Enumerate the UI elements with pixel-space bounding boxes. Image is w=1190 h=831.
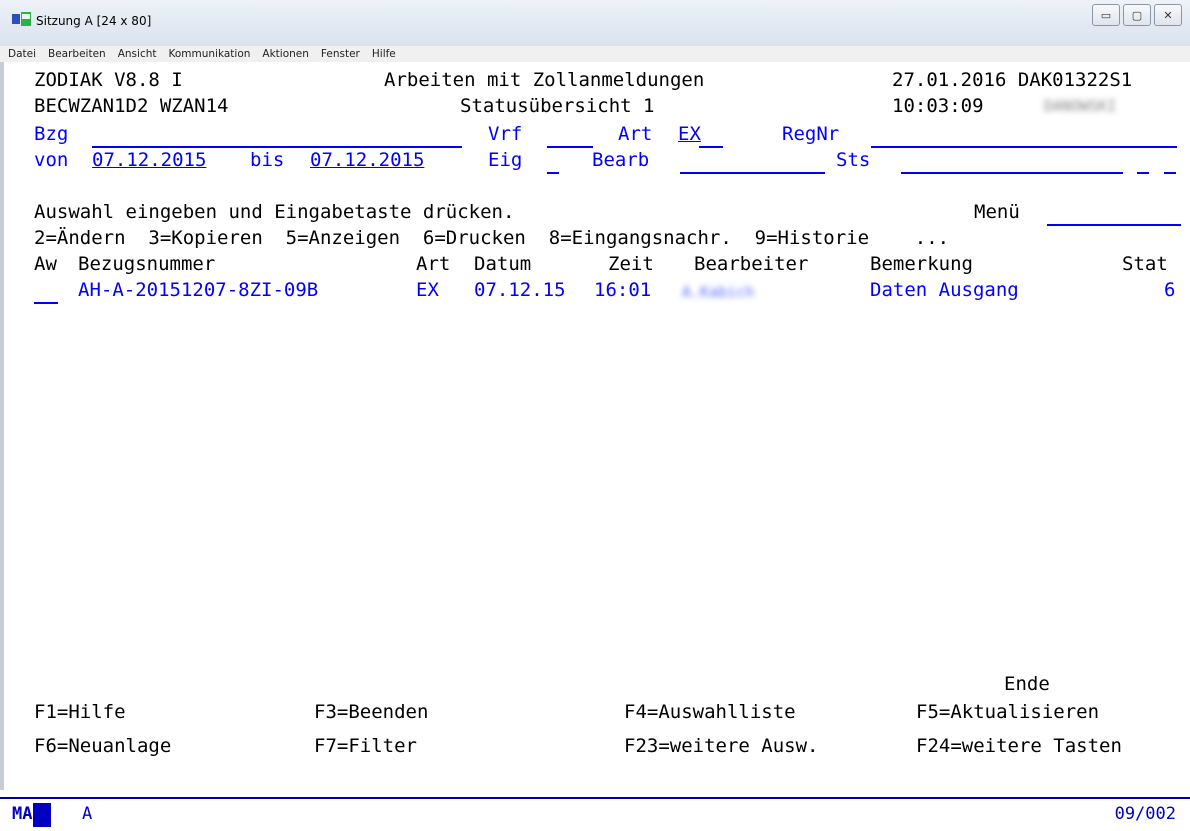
status-mode: MA bbox=[12, 804, 33, 824]
option-list: 2=Ändern 3=Kopieren 5=Anzeigen 6=Drucken… bbox=[34, 227, 950, 249]
sts-input-2[interactable] bbox=[1137, 154, 1149, 174]
menubar: Datei Bearbeiten Ansicht Kommunikation A… bbox=[0, 46, 1190, 63]
window-controls: ▭ ▢ ✕ bbox=[1089, 4, 1182, 26]
row-bearbeiter: A.Kabich bbox=[682, 283, 755, 301]
col-bezugsnummer: Bezugsnummer bbox=[78, 253, 216, 275]
col-datum: Datum bbox=[474, 253, 532, 275]
window-title: Sitzung A [24 x 80] bbox=[36, 14, 152, 28]
status-bar: MA A 09/002 bbox=[0, 797, 1190, 831]
row-bemerkung: Daten Ausgang bbox=[870, 279, 1019, 301]
minimize-icon[interactable]: ▭ bbox=[1092, 4, 1120, 26]
col-art: Art bbox=[416, 253, 451, 275]
f5-key[interactable]: F5=Aktualisieren bbox=[916, 700, 1099, 724]
menu-input[interactable] bbox=[1047, 206, 1181, 226]
maximize-icon[interactable]: ▢ bbox=[1123, 4, 1151, 26]
vrf-input[interactable] bbox=[547, 128, 593, 148]
f24-key[interactable]: F24=weitere Tasten bbox=[916, 734, 1122, 758]
time: 10:03:09 bbox=[892, 95, 984, 117]
f1-key[interactable]: F1=Hilfe bbox=[34, 700, 126, 724]
f6-key[interactable]: F6=Neuanlage bbox=[34, 734, 171, 758]
date-program-id: 27.01.2016 DAK01322S1 bbox=[892, 69, 1133, 91]
regnr-input[interactable] bbox=[871, 128, 1177, 148]
cursor-block bbox=[33, 803, 51, 827]
menu-label: Menü bbox=[974, 201, 1020, 223]
col-bemerkung: Bemerkung bbox=[870, 253, 973, 275]
menu-bearbeiten[interactable]: Bearbeiten bbox=[48, 48, 106, 60]
von-label: von bbox=[34, 149, 69, 171]
bis-label: bis bbox=[250, 149, 285, 171]
program-version: ZODIAK V8.8 I bbox=[34, 69, 183, 91]
art-label: Art bbox=[618, 123, 653, 145]
sts-label: Sts bbox=[836, 149, 871, 171]
sts-input[interactable] bbox=[901, 154, 1123, 174]
f4-key[interactable]: F4=Auswahlliste bbox=[624, 700, 796, 724]
col-zeit: Zeit bbox=[608, 253, 654, 275]
row-zeit: 16:01 bbox=[594, 279, 652, 301]
col-bearbeiter: Bearbeiter bbox=[694, 253, 809, 275]
menu-ansicht[interactable]: Ansicht bbox=[118, 48, 157, 60]
row-bezugsnummer: AH-A-20151207-8ZI-09B bbox=[78, 279, 319, 301]
instruction-prompt: Auswahl eingeben und Eingabetaste drücke… bbox=[34, 201, 515, 223]
f3-key[interactable]: F3=Beenden bbox=[314, 700, 428, 724]
screen-subtitle: Statusübersicht 1 bbox=[460, 95, 655, 117]
art-input[interactable]: EX bbox=[678, 122, 701, 146]
menu-datei[interactable]: Datei bbox=[8, 48, 36, 60]
row-selection-input[interactable] bbox=[34, 284, 58, 304]
f23-key[interactable]: F23=weitere Ausw. bbox=[624, 734, 818, 758]
menu-kommunikation[interactable]: Kommunikation bbox=[169, 48, 251, 60]
user-id: DANOWSKI bbox=[1044, 97, 1117, 115]
row-stat: 6 bbox=[1164, 279, 1176, 301]
von-date-input[interactable]: 07.12.2015 bbox=[92, 148, 206, 172]
cursor-position: 09/002 bbox=[1114, 804, 1176, 824]
close-icon[interactable]: ✕ bbox=[1154, 4, 1182, 26]
eig-input[interactable] bbox=[547, 154, 559, 174]
header-line-1: ZODIAK V8.8 I bbox=[34, 68, 183, 92]
col-aw: Aw bbox=[34, 253, 57, 275]
eig-label: Eig bbox=[488, 149, 523, 171]
f7-key[interactable]: F7=Filter bbox=[314, 734, 417, 758]
sts-input-3[interactable] bbox=[1164, 154, 1176, 174]
bzg-label: Bzg bbox=[34, 123, 69, 145]
terminal-app-icon bbox=[12, 12, 31, 26]
program-name: BECWZAN1D2 WZAN14 bbox=[34, 95, 229, 117]
art-input-fill bbox=[699, 128, 723, 148]
menu-fenster[interactable]: Fenster bbox=[321, 48, 360, 60]
menu-hilfe[interactable]: Hilfe bbox=[372, 48, 396, 60]
menu-aktionen[interactable]: Aktionen bbox=[262, 48, 309, 60]
bearb-label: Bearb bbox=[592, 149, 650, 171]
bearb-input[interactable] bbox=[680, 154, 825, 174]
window-titlebar: Sitzung A [24 x 80] ▭ ▢ ✕ bbox=[0, 0, 1190, 47]
bzg-input[interactable] bbox=[92, 128, 462, 148]
row-art: EX bbox=[416, 279, 439, 301]
bis-date-input[interactable]: 07.12.2015 bbox=[310, 148, 424, 172]
regnr-label: RegNr bbox=[782, 123, 840, 145]
screen-title: Arbeiten mit Zollanmeldungen bbox=[384, 69, 705, 91]
ende-indicator: Ende bbox=[1004, 673, 1050, 695]
terminal-screen: ZODIAK V8.8 I Arbeiten mit Zollanmeldung… bbox=[0, 62, 1190, 790]
row-datum: 07.12.15 bbox=[474, 279, 566, 301]
vrf-label: Vrf bbox=[488, 123, 523, 145]
status-indicator: A bbox=[82, 804, 93, 824]
col-stat: Stat bbox=[1122, 253, 1168, 275]
